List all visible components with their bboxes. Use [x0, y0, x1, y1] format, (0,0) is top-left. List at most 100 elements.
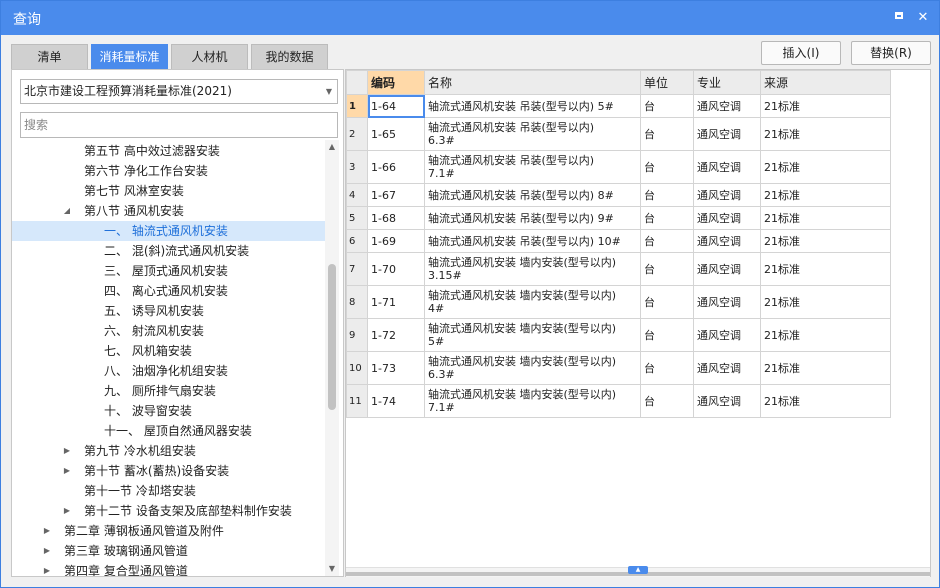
code-cell[interactable]: 1-70	[367, 252, 425, 286]
table-horizontal-scrollbar[interactable]: ▲	[346, 566, 930, 577]
expand-arrow-icon[interactable]: ▶	[62, 501, 72, 521]
table-row[interactable]: 7 1-70 轴流式通风机安装 墙内安装(型号以内) 3.15# 台通风空调 21标准	[346, 252, 891, 286]
table-row[interactable]: 11 1-74 轴流式通风机安装 墙内安装(型号以内) 7.1# 台通风空调 21标准	[346, 384, 891, 418]
tree-node[interactable]: 第十一节 冷却塔安装	[12, 481, 325, 501]
collapse-arrow-icon[interactable]: ◢	[62, 201, 72, 221]
standard-select[interactable]: 北京市建设工程预算消耗量标准(2021) ▼	[20, 79, 338, 104]
column-header-name[interactable]: 名称	[424, 70, 641, 95]
tree-node[interactable]: ◢ 第八节 通风机安装	[12, 201, 325, 221]
unit-cell[interactable]: 台	[640, 94, 694, 118]
tree-node[interactable]: 二、 混(斜)流式通风机安装	[12, 241, 325, 261]
table-row[interactable]: 2 1-65 轴流式通风机安装 吊装(型号以内) 6.3# 台通风空调 21标准	[346, 117, 891, 151]
replace-button[interactable]: 替换(R)	[851, 41, 931, 65]
tree-node[interactable]: 第五节 高中效过滤器安装	[12, 141, 325, 161]
name-cell[interactable]: 轴流式通风机安装 吊装(型号以内) 7.1#	[424, 150, 641, 184]
specialty-cell[interactable]: 通风空调	[693, 117, 761, 151]
source-cell[interactable]: 21标准	[760, 94, 891, 118]
unit-cell[interactable]: 台	[640, 206, 694, 230]
expand-arrow-icon[interactable]: ▶	[42, 541, 52, 561]
specialty-cell[interactable]: 通风空调	[693, 94, 761, 118]
specialty-cell[interactable]: 通风空调	[693, 229, 761, 253]
tree-node[interactable]: ▶ 第十二节 设备支架及底部垫料制作安装	[12, 501, 325, 521]
tree-node[interactable]: ▶ 第十节 蓄冰(蓄热)设备安装	[12, 461, 325, 481]
close-icon[interactable]: ✕	[915, 10, 931, 26]
tab-my-data[interactable]: 我的数据	[251, 44, 328, 70]
column-header-source[interactable]: 来源	[760, 70, 891, 95]
tree-node[interactable]: 四、 离心式通风机安装	[12, 281, 325, 301]
code-cell[interactable]: 1-71	[367, 285, 425, 319]
tree-node[interactable]: 八、 油烟净化机组安装	[12, 361, 325, 381]
table-row[interactable]: 10 1-73 轴流式通风机安装 墙内安装(型号以内) 6.3# 台通风空调 21标准	[346, 351, 891, 385]
source-cell[interactable]: 21标准	[760, 206, 891, 230]
code-cell[interactable]: 1-72	[367, 318, 425, 352]
tree-node[interactable]: 十、 波导窗安装	[12, 401, 325, 421]
name-cell[interactable]: 轴流式通风机安装 墙内安装(型号以内) 5#	[424, 318, 641, 352]
tree-node[interactable]: ▶ 第三章 玻璃钢通风管道	[12, 541, 325, 561]
tab-consumption-standard[interactable]: 消耗量标准	[91, 44, 168, 70]
code-cell[interactable]: 1-67	[367, 183, 425, 207]
title-bar[interactable]: 查询 ✕	[1, 1, 939, 35]
unit-cell[interactable]: 台	[640, 150, 694, 184]
unit-cell[interactable]: 台	[640, 351, 694, 385]
tree-node[interactable]: 第六节 净化工作台安装	[12, 161, 325, 181]
specialty-cell[interactable]: 通风空调	[693, 150, 761, 184]
name-cell[interactable]: 轴流式通风机安装 吊装(型号以内) 10#	[424, 229, 641, 253]
tree-node[interactable]: ▶ 第九节 冷水机组安装	[12, 441, 325, 461]
name-cell[interactable]: 轴流式通风机安装 吊装(型号以内) 6.3#	[424, 117, 641, 151]
source-cell[interactable]: 21标准	[760, 183, 891, 207]
unit-cell[interactable]: 台	[640, 252, 694, 286]
scroll-up-icon[interactable]: ▲	[325, 140, 339, 154]
chevron-up-icon[interactable]: ▲	[628, 566, 648, 574]
tree-node[interactable]: 一、 轴流式通风机安装	[12, 221, 325, 241]
unit-cell[interactable]: 台	[640, 384, 694, 418]
expand-arrow-icon[interactable]: ▶	[42, 561, 52, 576]
table-row[interactable]: 8 1-71 轴流式通风机安装 墙内安装(型号以内) 4# 台通风空调 21标准	[346, 285, 891, 319]
specialty-cell[interactable]: 通风空调	[693, 206, 761, 230]
tree-node[interactable]: 六、 射流风机安装	[12, 321, 325, 341]
source-cell[interactable]: 21标准	[760, 318, 891, 352]
search-input[interactable]	[20, 112, 338, 138]
unit-cell[interactable]: 台	[640, 117, 694, 151]
column-header-specialty[interactable]: 专业	[693, 70, 761, 95]
code-cell[interactable]: 1-74	[367, 384, 425, 418]
tree-node[interactable]: 五、 诱导风机安装	[12, 301, 325, 321]
name-cell[interactable]: 轴流式通风机安装 墙内安装(型号以内) 4#	[424, 285, 641, 319]
name-cell[interactable]: 轴流式通风机安装 墙内安装(型号以内) 3.15#	[424, 252, 641, 286]
tree-node[interactable]: 九、 厕所排气扇安装	[12, 381, 325, 401]
table-row[interactable]: 4 1-67 轴流式通风机安装 吊装(型号以内) 8# 台通风空调 21标准	[346, 183, 891, 207]
tree-node[interactable]: ▶ 第四章 复合型通风管道	[12, 561, 325, 576]
code-cell[interactable]: 1-69	[367, 229, 425, 253]
name-cell[interactable]: 轴流式通风机安装 吊装(型号以内) 8#	[424, 183, 641, 207]
tab-bill[interactable]: 清单	[11, 44, 88, 70]
table-row[interactable]: 5 1-68 轴流式通风机安装 吊装(型号以内) 9# 台通风空调 21标准	[346, 206, 891, 230]
name-cell[interactable]: 轴流式通风机安装 墙内安装(型号以内) 6.3#	[424, 351, 641, 385]
source-cell[interactable]: 21标准	[760, 285, 891, 319]
table-row[interactable]: 3 1-66 轴流式通风机安装 吊装(型号以内) 7.1# 台通风空调 21标准	[346, 150, 891, 184]
tree-node[interactable]: 七、 风机箱安装	[12, 341, 325, 361]
tree-node[interactable]: 十一、 屋顶自然通风器安装	[12, 421, 325, 441]
source-cell[interactable]: 21标准	[760, 150, 891, 184]
tree-node[interactable]: ▶ 第二章 薄钢板通风管道及附件	[12, 521, 325, 541]
table-row[interactable]: 1 1-64 轴流式通风机安装 吊装(型号以内) 5# 台通风空调 21标准	[346, 94, 891, 118]
expand-arrow-icon[interactable]: ▶	[62, 441, 72, 461]
source-cell[interactable]: 21标准	[760, 229, 891, 253]
source-cell[interactable]: 21标准	[760, 384, 891, 418]
unit-cell[interactable]: 台	[640, 229, 694, 253]
scroll-down-icon[interactable]: ▼	[325, 562, 339, 576]
specialty-cell[interactable]: 通风空调	[693, 252, 761, 286]
specialty-cell[interactable]: 通风空调	[693, 285, 761, 319]
code-cell[interactable]: 1-73	[367, 351, 425, 385]
table-row[interactable]: 9 1-72 轴流式通风机安装 墙内安装(型号以内) 5# 台通风空调 21标准	[346, 318, 891, 352]
code-cell[interactable]: 1-66	[367, 150, 425, 184]
expand-arrow-icon[interactable]: ▶	[62, 461, 72, 481]
column-header-code[interactable]: 编码	[367, 70, 425, 95]
code-cell[interactable]: 1-68	[367, 206, 425, 230]
expand-arrow-icon[interactable]: ▶	[42, 521, 52, 541]
source-cell[interactable]: 21标准	[760, 351, 891, 385]
tree-scrollbar[interactable]: ▲ ▼	[325, 140, 339, 576]
column-header-unit[interactable]: 单位	[640, 70, 694, 95]
source-cell[interactable]: 21标准	[760, 252, 891, 286]
unit-cell[interactable]: 台	[640, 183, 694, 207]
tree-node[interactable]: 三、 屋顶式通风机安装	[12, 261, 325, 281]
specialty-cell[interactable]: 通风空调	[693, 384, 761, 418]
